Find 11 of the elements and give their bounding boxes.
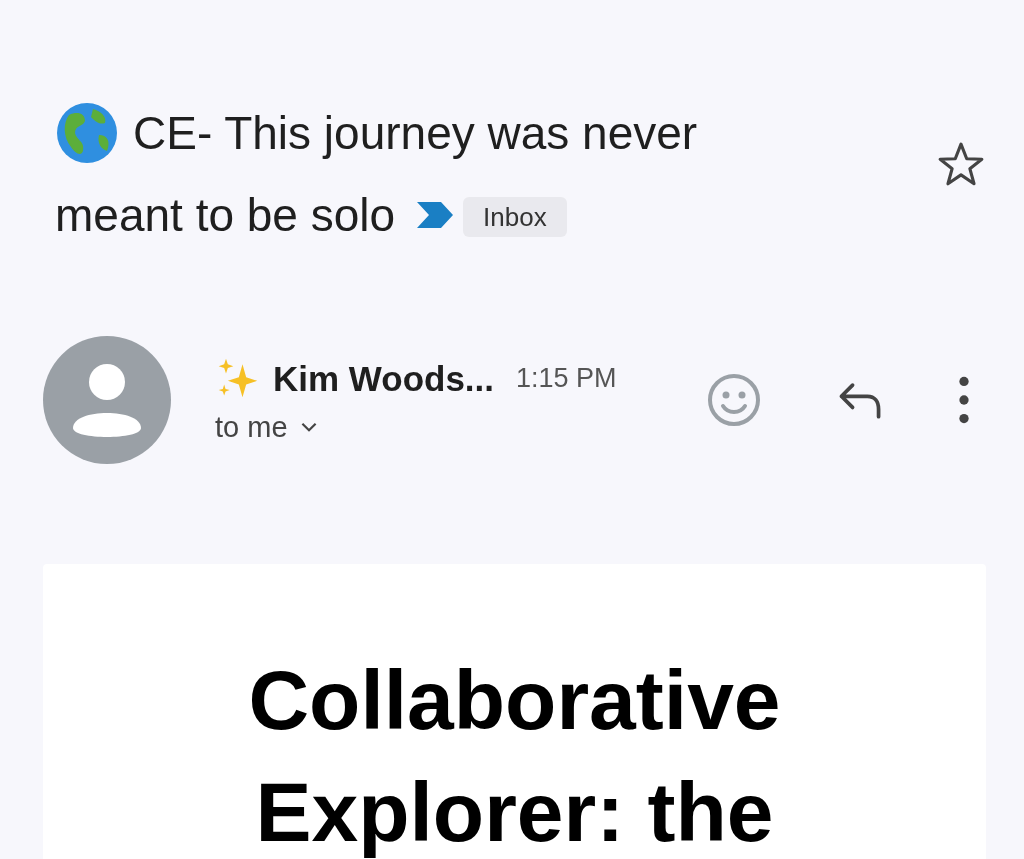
sender-name[interactable]: Kim Woods... (273, 358, 495, 399)
avatar-icon[interactable] (43, 336, 171, 464)
message-time: 1:15 PM (516, 363, 617, 394)
globe-icon (55, 101, 119, 165)
importance-marker-icon[interactable] (415, 200, 456, 230)
email-subject-line: meant to be solo (55, 188, 396, 243)
email-subject-line: CE- This journey was never (133, 106, 698, 161)
more-options-icon[interactable] (956, 374, 972, 426)
inbox-label[interactable]: Inbox (463, 197, 567, 237)
recipient-toggle[interactable]: to me (215, 410, 617, 444)
body-heading: Collaborative Explorer: the (247, 652, 782, 859)
